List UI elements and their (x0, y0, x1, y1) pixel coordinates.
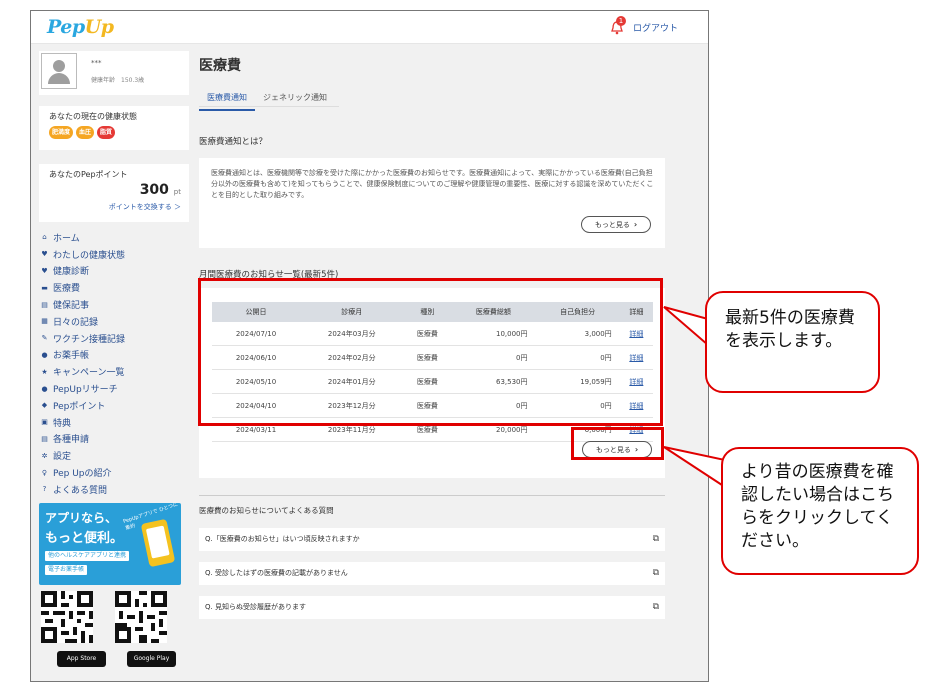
callout-latest-five: 最新5件の医療費を表示します。 (705, 291, 880, 393)
callout-older-records: より昔の医療費を確認したい場合はこちらをクリックしてください。 (721, 447, 919, 575)
